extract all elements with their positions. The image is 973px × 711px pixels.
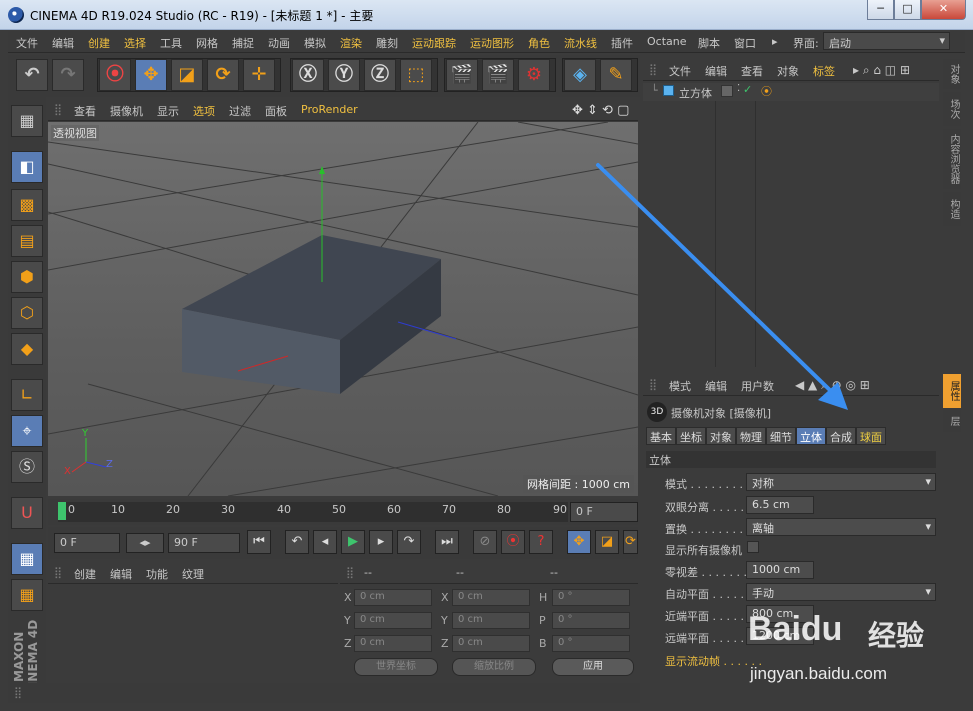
watermark-brand: Baidu [748, 610, 843, 648]
watermark-url: jingyan.baidu.com [750, 664, 888, 683]
baidu-jingyan-watermark: Baidu 经验 jingyan.baidu.com [748, 600, 970, 708]
watermark-cn: 经验 [868, 619, 925, 652]
